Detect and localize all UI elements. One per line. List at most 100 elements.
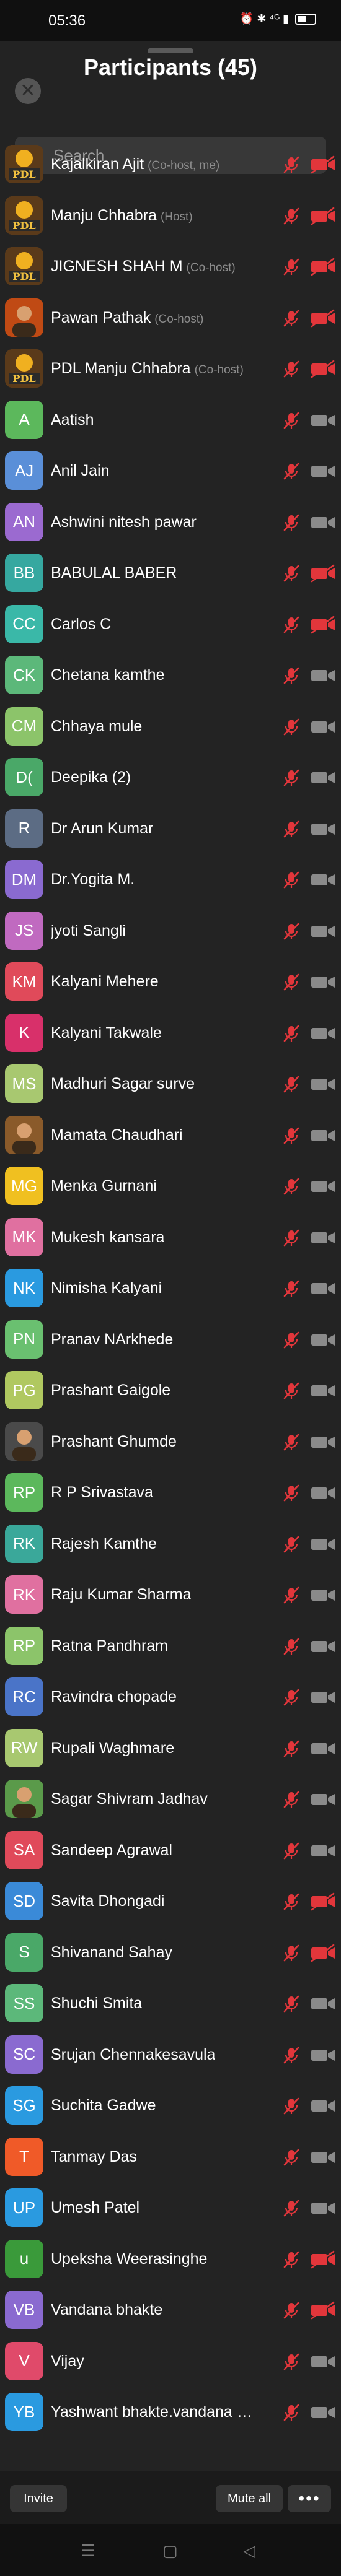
mic-muted-icon[interactable] (282, 871, 301, 889)
video-camera-icon[interactable] (310, 1279, 336, 1298)
mic-muted-icon[interactable] (282, 462, 301, 481)
participant-row[interactable]: NK Nimisha Kalyani (0, 1263, 341, 1314)
video-camera-icon[interactable] (310, 2352, 336, 2371)
video-camera-icon[interactable] (310, 871, 336, 889)
mic-muted-icon[interactable] (282, 1892, 301, 1911)
video-camera-icon[interactable] (310, 2199, 336, 2217)
participant-row[interactable]: SD Savita Dhongadi (0, 1876, 341, 1927)
participant-row[interactable]: RC Ravindra chopade (0, 1671, 341, 1723)
participant-row[interactable]: K Kalyani Takwale (0, 1007, 341, 1059)
mic-muted-icon[interactable] (282, 411, 301, 430)
video-off-icon[interactable] (310, 1892, 336, 1911)
participant-row[interactable]: CK Chetana kamthe (0, 650, 341, 701)
video-off-icon[interactable] (310, 360, 336, 378)
mic-muted-icon[interactable] (282, 513, 301, 532)
participant-row[interactable]: V Vijay (0, 2336, 341, 2387)
video-camera-icon[interactable] (310, 973, 336, 991)
mic-muted-icon[interactable] (282, 2352, 301, 2371)
participant-row[interactable]: RP R P Srivastava (0, 1467, 341, 1518)
mic-muted-icon[interactable] (282, 1484, 301, 1502)
back-icon[interactable]: ◁ (243, 2541, 255, 2561)
participant-row[interactable]: MG Menka Gurnani (0, 1160, 341, 1212)
video-camera-icon[interactable] (310, 1535, 336, 1554)
participant-row[interactable]: CM Chhaya mule (0, 701, 341, 752)
video-camera-icon[interactable] (310, 768, 336, 787)
participant-row[interactable]: PDL Manju Chhabra (Host) (0, 190, 341, 242)
video-camera-icon[interactable] (310, 2403, 336, 2422)
mic-muted-icon[interactable] (282, 258, 301, 276)
mic-muted-icon[interactable] (282, 666, 301, 685)
participant-row[interactable]: Prashant Ghumde (0, 1416, 341, 1468)
video-camera-icon[interactable] (310, 513, 336, 532)
mic-muted-icon[interactable] (282, 2148, 301, 2167)
participant-row[interactable]: UP Umesh Patel (0, 2182, 341, 2234)
participant-row[interactable]: SG Suchita Gadwe (0, 2080, 341, 2131)
video-camera-icon[interactable] (310, 1790, 336, 1809)
mic-muted-icon[interactable] (282, 2403, 301, 2422)
participant-row[interactable]: YB Yashwant bhakte.vandana bhakte (0, 2387, 341, 2438)
video-camera-icon[interactable] (310, 666, 336, 685)
mic-muted-icon[interactable] (282, 207, 301, 225)
mic-muted-icon[interactable] (282, 2301, 301, 2320)
participant-row[interactable]: T Tanmay Das (0, 2131, 341, 2183)
participant-row[interactable]: PN Pranav NArkhede (0, 1314, 341, 1365)
video-camera-icon[interactable] (310, 2046, 336, 2065)
participant-row[interactable]: KM Kalyani Mehere (0, 956, 341, 1007)
participant-row[interactable]: Pawan Pathak (Co-host) (0, 292, 341, 344)
participant-row[interactable]: RP Ratna Pandhram (0, 1621, 341, 1672)
participant-row[interactable]: SA Sandeep Agrawal (0, 1825, 341, 1876)
video-camera-icon[interactable] (310, 1433, 336, 1451)
mic-muted-icon[interactable] (282, 1535, 301, 1554)
mic-muted-icon[interactable] (282, 309, 301, 328)
mic-muted-icon[interactable] (282, 1842, 301, 1860)
mic-muted-icon[interactable] (282, 1331, 301, 1349)
participant-row[interactable]: R Dr Arun Kumar (0, 803, 341, 855)
video-camera-icon[interactable] (310, 2148, 336, 2167)
participant-row[interactable]: CC Carlos C (0, 599, 341, 650)
video-off-icon[interactable] (310, 1944, 336, 1962)
participant-row[interactable]: MS Madhuri Sagar surve (0, 1058, 341, 1110)
video-camera-icon[interactable] (310, 820, 336, 838)
mic-muted-icon[interactable] (282, 922, 301, 941)
video-camera-icon[interactable] (310, 1739, 336, 1758)
participant-row[interactable]: JS jyoti Sangli (0, 905, 341, 957)
mic-muted-icon[interactable] (282, 1688, 301, 1707)
video-camera-icon[interactable] (310, 1024, 336, 1043)
mic-muted-icon[interactable] (282, 1126, 301, 1145)
mic-muted-icon[interactable] (282, 1637, 301, 1656)
mic-muted-icon[interactable] (282, 2199, 301, 2217)
mic-muted-icon[interactable] (282, 1177, 301, 1196)
participant-row[interactable]: BB BABULAL BABER (0, 547, 341, 599)
mic-muted-icon[interactable] (282, 1024, 301, 1043)
video-camera-icon[interactable] (310, 1382, 336, 1400)
participant-row[interactable]: PDL PDL Manju Chhabra (Co-host) (0, 343, 341, 394)
participant-row[interactable]: DM Dr.Yogita M. (0, 854, 341, 905)
video-camera-icon[interactable] (310, 1177, 336, 1196)
video-camera-icon[interactable] (310, 1688, 336, 1707)
video-camera-icon[interactable] (310, 1331, 336, 1349)
video-off-icon[interactable] (310, 564, 336, 583)
video-camera-icon[interactable] (310, 2097, 336, 2115)
mic-muted-icon[interactable] (282, 564, 301, 583)
participant-row[interactable]: AJ Anil Jain (0, 445, 341, 497)
participant-row[interactable]: RW Rupali Waghmare (0, 1723, 341, 1774)
video-off-icon[interactable] (310, 258, 336, 276)
mic-muted-icon[interactable] (282, 2046, 301, 2065)
video-camera-icon[interactable] (310, 1637, 336, 1656)
mic-muted-icon[interactable] (282, 2250, 301, 2269)
mic-muted-icon[interactable] (282, 718, 301, 736)
participant-row[interactable]: SS Shuchi Smita (0, 1978, 341, 2029)
video-camera-icon[interactable] (310, 1842, 336, 1860)
video-camera-icon[interactable] (310, 1075, 336, 1094)
mic-muted-icon[interactable] (282, 1586, 301, 1604)
video-off-icon[interactable] (310, 2250, 336, 2269)
video-camera-icon[interactable] (310, 1586, 336, 1604)
video-camera-icon[interactable] (310, 1995, 336, 2013)
video-camera-icon[interactable] (310, 922, 336, 941)
video-off-icon[interactable] (310, 309, 336, 328)
participant-row[interactable]: PG Prashant Gaigole (0, 1365, 341, 1416)
mic-muted-icon[interactable] (282, 616, 301, 634)
drag-handle[interactable] (148, 48, 193, 53)
video-camera-icon[interactable] (310, 718, 336, 736)
mic-muted-icon[interactable] (282, 768, 301, 787)
